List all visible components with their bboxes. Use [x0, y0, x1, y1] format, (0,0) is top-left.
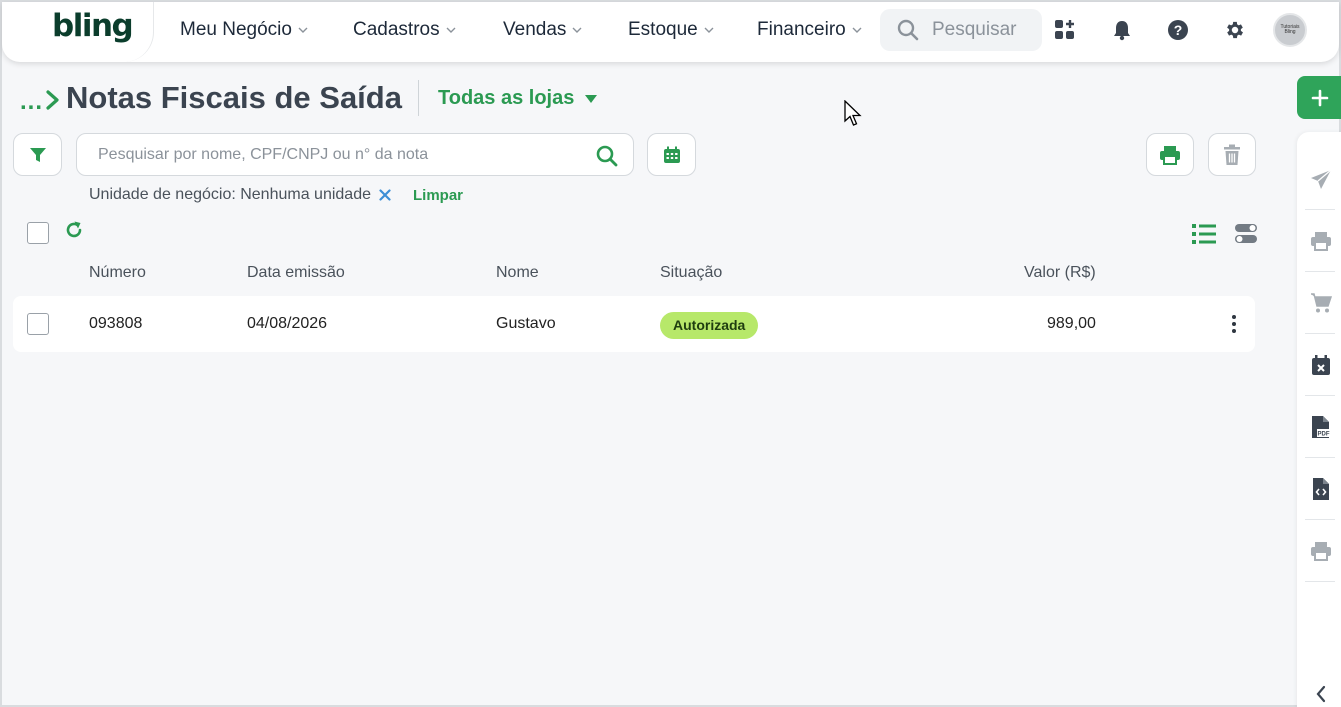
row-checkbox[interactable]	[27, 313, 49, 335]
chevron-down-icon	[298, 27, 308, 33]
active-filter-tag: Unidade de negócio: Nenhuma unidade	[89, 186, 391, 204]
pdf-file-icon[interactable]: PDF	[1310, 416, 1332, 438]
print-icon	[1160, 145, 1180, 165]
print-icon[interactable]	[1310, 540, 1332, 562]
plus-icon	[1311, 89, 1329, 106]
nav-meu-negocio[interactable]: Meu Negócio	[180, 19, 309, 41]
bling-logo[interactable]: bling	[52, 8, 134, 44]
invoice-search	[76, 133, 634, 176]
rail-divider	[1305, 457, 1335, 458]
nav-label: Vendas	[503, 19, 567, 40]
nav-label: Cadastros	[353, 19, 440, 40]
nav-label: Meu Negócio	[180, 19, 292, 40]
rail-divider	[1305, 519, 1335, 520]
search-icon[interactable]	[595, 144, 619, 168]
filter-button[interactable]	[13, 133, 62, 176]
help-icon[interactable]: ?	[1165, 17, 1191, 43]
column-header-situacao[interactable]: Situação	[660, 264, 722, 282]
breadcrumb-ellipsis[interactable]: ...	[20, 88, 43, 116]
chevron-right-icon	[46, 90, 59, 110]
search-icon	[897, 19, 919, 41]
calendar-x-icon[interactable]	[1310, 354, 1332, 376]
cell-numero: 093808	[89, 315, 143, 332]
print-icon[interactable]	[1310, 230, 1332, 252]
list-view-icon[interactable]	[1192, 223, 1216, 245]
delete-button[interactable]	[1208, 133, 1256, 176]
chevron-left-icon[interactable]	[1310, 683, 1332, 705]
calendar-icon	[663, 146, 680, 163]
invoice-search-input[interactable]	[98, 144, 578, 166]
nav-label: Financeiro	[757, 19, 846, 40]
page-title: Notas Fiscais de Saída	[66, 80, 402, 115]
cart-icon[interactable]	[1310, 292, 1332, 314]
column-header-numero[interactable]: Número	[89, 264, 146, 282]
bell-icon[interactable]	[1109, 17, 1135, 43]
column-header-valor[interactable]: Valor (R$)	[1024, 264, 1096, 282]
avatar-text: Tutoriais Bling	[1280, 24, 1300, 35]
trash-icon	[1224, 144, 1240, 165]
cell-data-emissao: 04/08/2026	[247, 315, 328, 332]
cell-valor: 989,00	[1047, 315, 1096, 332]
caret-down-icon	[585, 94, 598, 103]
nav-vendas[interactable]: Vendas	[503, 19, 583, 41]
active-filter-label: Unidade de negócio: Nenhuma unidade	[89, 186, 371, 203]
chevron-down-icon	[572, 27, 582, 33]
nav-estoque[interactable]: Estoque	[628, 19, 715, 41]
chevron-down-icon	[852, 27, 862, 33]
column-header-data-emissao[interactable]: Data emissão	[247, 264, 345, 282]
date-filter-button[interactable]	[647, 133, 696, 176]
global-search[interactable]: Pesquisar	[880, 9, 1042, 51]
rail-divider	[1305, 581, 1335, 582]
logo-area: bling	[2, 2, 154, 62]
print-button[interactable]	[1146, 133, 1194, 176]
clear-filters-link[interactable]: Limpar	[413, 187, 463, 204]
select-all-checkbox[interactable]	[27, 222, 49, 244]
rail-divider	[1305, 209, 1335, 210]
top-navigation-bar: bling Meu Negócio Cadastros Vendas Estoq…	[2, 2, 1339, 62]
rail-divider	[1305, 395, 1335, 396]
svg-text:?: ?	[1174, 22, 1183, 38]
close-icon[interactable]	[379, 189, 391, 201]
chevron-down-icon	[446, 27, 456, 33]
refresh-icon[interactable]	[64, 220, 84, 240]
mouse-cursor-icon	[844, 100, 862, 126]
user-avatar[interactable]: Tutoriais Bling	[1273, 13, 1307, 47]
global-search-placeholder: Pesquisar	[932, 19, 1017, 40]
xml-file-icon[interactable]	[1310, 478, 1332, 500]
add-invoice-button[interactable]	[1297, 76, 1341, 119]
title-divider	[418, 80, 419, 116]
rail-divider	[1305, 333, 1335, 334]
svg-text:PDF: PDF	[1318, 432, 1330, 438]
store-selector[interactable]: Todas as lojas	[438, 87, 598, 110]
rail-divider	[1305, 271, 1335, 272]
nav-financeiro[interactable]: Financeiro	[757, 19, 863, 41]
nav-cadastros[interactable]: Cadastros	[353, 19, 457, 41]
cell-nome: Gustavo	[496, 315, 556, 332]
store-selector-label: Todas as lojas	[438, 87, 575, 109]
apps-icon[interactable]	[1052, 17, 1078, 43]
status-badge: Autorizada	[660, 312, 759, 339]
gear-icon[interactable]	[1222, 17, 1248, 43]
send-icon[interactable]	[1310, 169, 1332, 191]
toggle-view-icon[interactable]	[1234, 223, 1258, 245]
column-header-nome[interactable]: Nome	[496, 264, 539, 282]
chevron-down-icon	[704, 27, 714, 33]
more-options-icon[interactable]	[1226, 314, 1242, 334]
filter-icon	[29, 147, 46, 162]
actions-side-rail: PDF	[1297, 132, 1341, 707]
nav-label: Estoque	[628, 19, 698, 40]
